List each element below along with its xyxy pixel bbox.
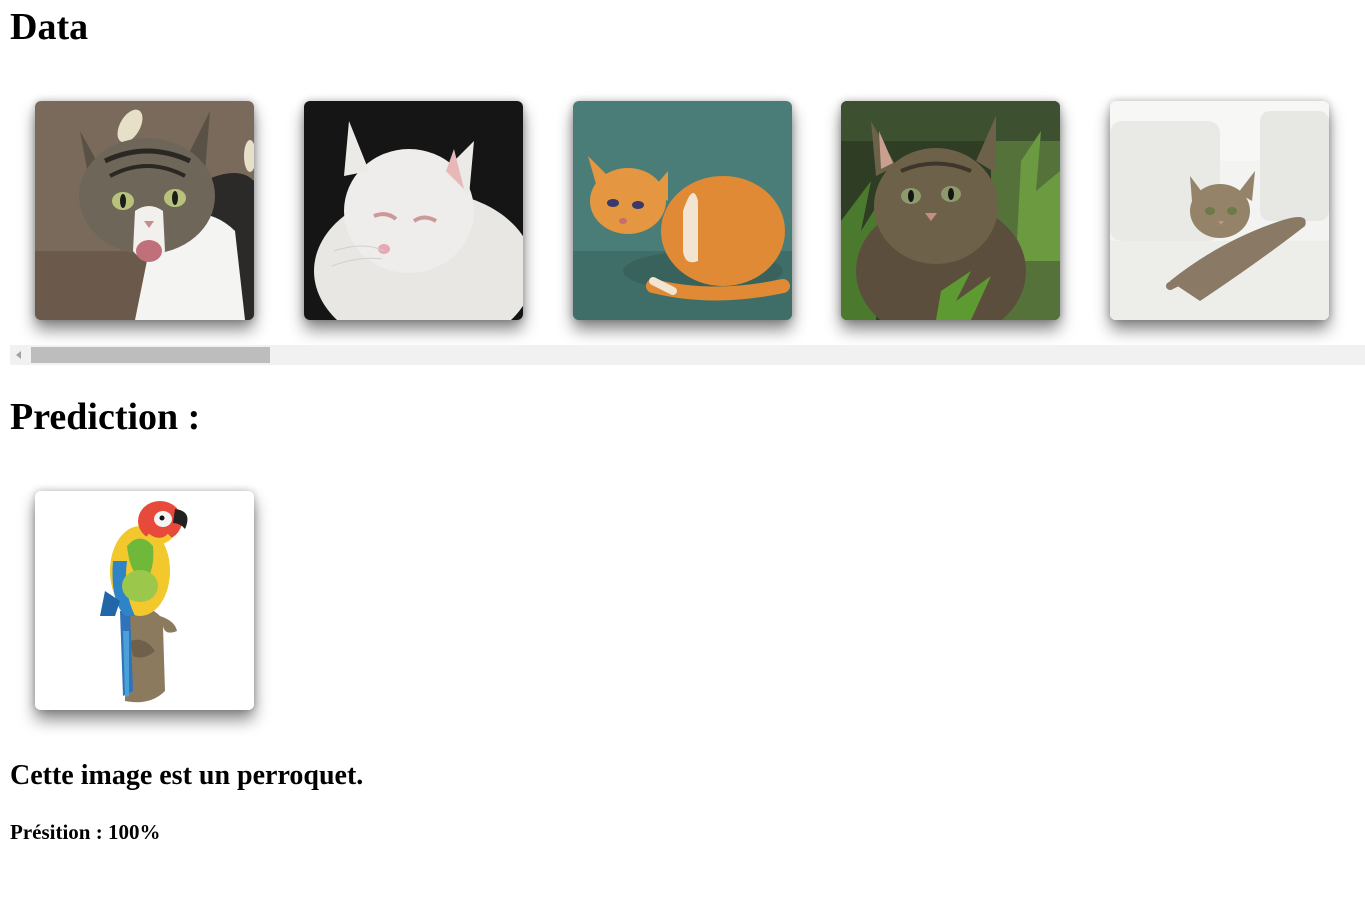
prediction-heading: Prediction : [10,396,201,438]
prediction-image [35,491,254,710]
gallery-image-kitten-in-grass[interactable] [841,101,1060,320]
gallery-horizontal-scrollbar[interactable] [10,345,1365,365]
scrollbar-thumb[interactable] [31,347,270,363]
scroll-left-arrow-icon[interactable] [16,351,21,359]
cat-image-1 [35,101,254,320]
image-gallery[interactable] [10,76,1365,346]
gallery-image-orange-kitten[interactable] [573,101,792,320]
prediction-precision-text: Présition : 100% [10,820,161,844]
page: Data Prediction: Cette image est un per… [0,0,1365,921]
cat-image-4 [841,101,1060,320]
prediction-result-text: Cette image est un perroquet. [10,760,364,791]
cat-image-2 [304,101,523,320]
data-heading: Data [10,6,89,48]
cat-image-5 [1110,101,1329,320]
parrot-image [35,491,254,710]
gallery-image-white-kitten[interactable] [304,101,523,320]
gallery-image-cat-on-sofa[interactable] [1110,101,1329,320]
cat-image-3 [573,101,792,320]
gallery-image-tabby-cat[interactable] [35,101,254,320]
